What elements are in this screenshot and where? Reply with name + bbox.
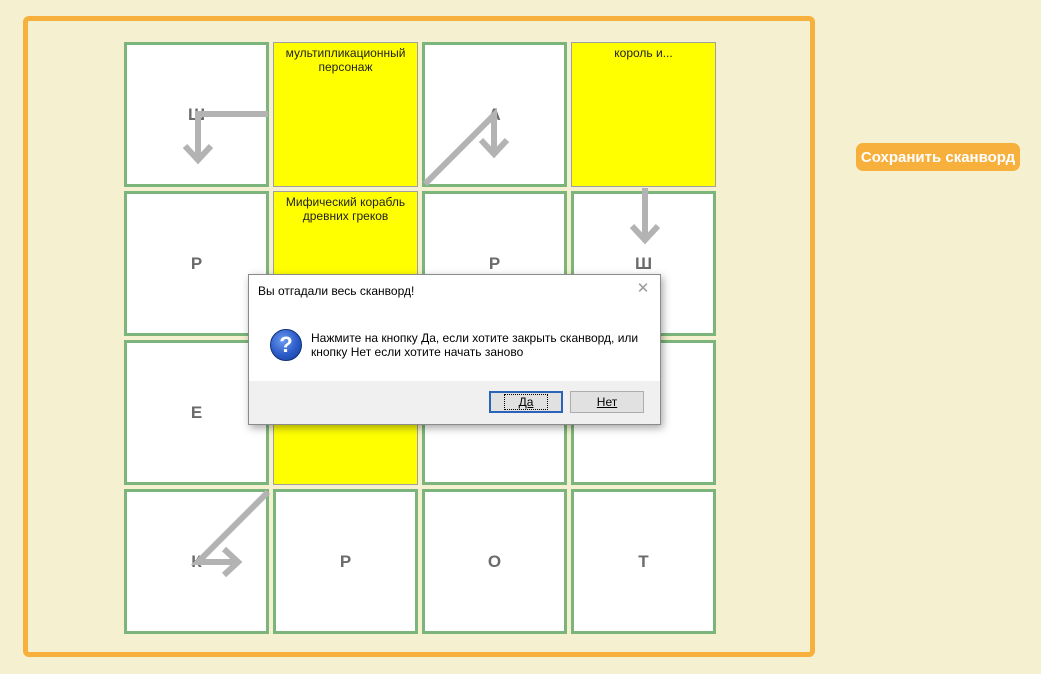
clue-text: мультипликационный персонаж: [285, 46, 406, 74]
letter-cell[interactable]: А: [422, 42, 567, 187]
completion-dialog: Вы отгадали весь сканворд! ✕ ? Нажмите н…: [248, 274, 661, 425]
letter-cell[interactable]: Т: [571, 489, 716, 634]
question-icon: ?: [270, 329, 302, 361]
cell-letter: Р: [339, 551, 352, 571]
clue-text: Мифический корабль древних греков: [285, 195, 406, 223]
letter-cell[interactable]: Ш: [124, 42, 269, 187]
no-button[interactable]: Нет: [570, 391, 644, 413]
cell-letter: Р: [190, 253, 203, 273]
letter-cell[interactable]: Р: [273, 489, 418, 634]
clue-text: король и...: [614, 46, 673, 60]
cell-letter: К: [191, 551, 202, 571]
cell-letter: О: [487, 551, 502, 571]
cell-letter: Е: [190, 402, 203, 422]
yes-button[interactable]: Да: [489, 391, 563, 413]
save-scanword-button[interactable]: Сохранить сканворд: [856, 143, 1020, 171]
close-icon[interactable]: ✕: [634, 280, 652, 298]
cell-letter: Т: [638, 551, 649, 571]
clue-cell: мультипликационный персонаж: [273, 42, 418, 187]
yes-button-label: Да: [503, 394, 549, 410]
letter-cell[interactable]: К: [124, 489, 269, 634]
letter-cell[interactable]: О: [422, 489, 567, 634]
dialog-title: Вы отгадали весь сканворд!: [258, 284, 415, 298]
dialog-message: Нажмите на кнопку Да, если хотите закрыт…: [311, 331, 639, 359]
cell-letter: А: [488, 104, 501, 124]
cell-letter: Ш: [187, 104, 206, 124]
clue-cell: король и...: [571, 42, 716, 187]
